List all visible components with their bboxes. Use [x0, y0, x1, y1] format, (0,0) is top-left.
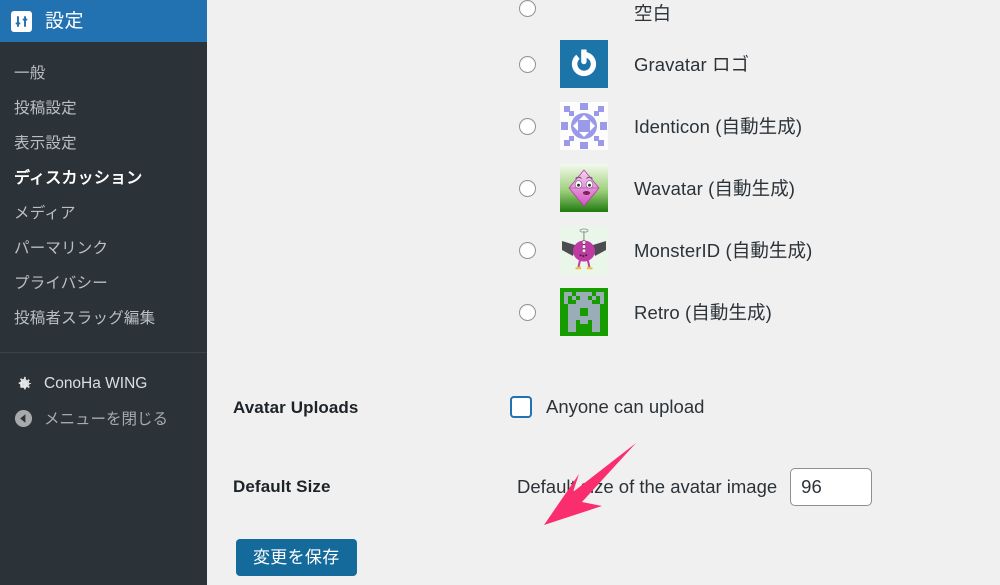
avatar-option-retro[interactable]: Retro (自動生成) — [519, 281, 812, 343]
gravatar-logo-icon — [560, 40, 608, 88]
default-size-label: Default Size — [233, 477, 331, 496]
sidebar-item-permalinks[interactable]: パーマリンク — [0, 231, 207, 266]
sidebar-item-general[interactable]: 一般 — [0, 56, 207, 91]
gear-icon — [12, 375, 34, 394]
radio-retro[interactable] — [519, 303, 536, 321]
sidebar-header-notch — [185, 0, 207, 42]
sidebar-header-title: 設定 — [45, 10, 85, 32]
avatar-option-label: Wavatar (自動生成) — [634, 178, 796, 199]
avatar-option-blank[interactable]: 空白 — [519, 0, 812, 33]
sidebar-header-settings[interactable]: 設定 — [0, 0, 207, 42]
radio-wavatar[interactable] — [519, 179, 536, 197]
save-changes-button[interactable]: 変更を保存 — [236, 539, 357, 576]
radio-identicon[interactable] — [519, 117, 536, 135]
default-avatar-option-list: 空白 Gravatar ロゴ Identicon (自動生成) Wavatar … — [519, 0, 812, 343]
collapse-left-icon — [12, 409, 34, 428]
avatar-uploads-label: Avatar Uploads — [233, 398, 359, 417]
monsterid-icon — [560, 226, 608, 274]
sidebar-item-privacy[interactable]: プライバシー — [0, 266, 207, 301]
radio-monsterid[interactable] — [519, 241, 536, 259]
sidebar-item-media[interactable]: メディア — [0, 196, 207, 231]
avatar-option-label: 空白 — [634, 3, 672, 24]
sidebar-item-conoha-wing[interactable]: ConoHa WING — [0, 367, 207, 401]
avatar-option-gravatar[interactable]: Gravatar ロゴ — [519, 33, 812, 95]
anyone-can-upload-checkbox[interactable] — [510, 396, 532, 418]
sidebar-item-label: ConoHa WING — [44, 375, 148, 392]
default-size-row: Default size of the avatar image — [517, 468, 873, 506]
sidebar-item-reading[interactable]: 表示設定 — [0, 126, 207, 161]
admin-sidebar: 設定 一般 投稿設定 表示設定 ディスカッション メディア パーマリンク プライ… — [0, 0, 207, 585]
avatar-option-wavatar[interactable]: Wavatar (自動生成) — [519, 157, 812, 219]
radio-blank[interactable] — [519, 0, 536, 17]
sidebar-bottom-group: ConoHa WING メニューを閉じる — [0, 353, 207, 435]
avatar-option-label: Retro (自動生成) — [634, 302, 772, 323]
admin-screen: 設定 一般 投稿設定 表示設定 ディスカッション メディア パーマリンク プライ… — [0, 0, 1000, 585]
settings-content: 空白 Gravatar ロゴ Identicon (自動生成) Wavatar … — [207, 0, 1000, 585]
retro-icon — [560, 288, 608, 336]
default-size-description: Default size of the avatar image — [517, 476, 778, 497]
sidebar-item-discussion[interactable]: ディスカッション — [0, 161, 207, 196]
sidebar-item-writing[interactable]: 投稿設定 — [0, 91, 207, 126]
avatar-option-identicon[interactable]: Identicon (自動生成) — [519, 95, 812, 157]
wavatar-icon — [560, 164, 608, 212]
anyone-can-upload-label: Anyone can upload — [546, 396, 705, 417]
identicon-icon — [560, 102, 608, 150]
avatar-uploads-row: Anyone can upload — [510, 396, 704, 418]
sidebar-collapse-menu[interactable]: メニューを閉じる — [0, 401, 207, 435]
settings-sliders-icon — [11, 10, 32, 32]
avatar-option-label: Gravatar ロゴ — [634, 54, 750, 75]
avatar-option-monsterid[interactable]: MonsterID (自動生成) — [519, 219, 812, 281]
radio-gravatar[interactable] — [519, 55, 536, 73]
avatar-option-label: MonsterID (自動生成) — [634, 240, 813, 261]
avatar-option-label: Identicon (自動生成) — [634, 116, 803, 137]
default-size-input[interactable] — [790, 468, 873, 506]
sidebar-item-label: メニューを閉じる — [44, 411, 169, 428]
sidebar-item-author-slug[interactable]: 投稿者スラッグ編集 — [0, 301, 207, 336]
sidebar-submenu: 一般 投稿設定 表示設定 ディスカッション メディア パーマリンク プライバシー… — [0, 42, 207, 336]
